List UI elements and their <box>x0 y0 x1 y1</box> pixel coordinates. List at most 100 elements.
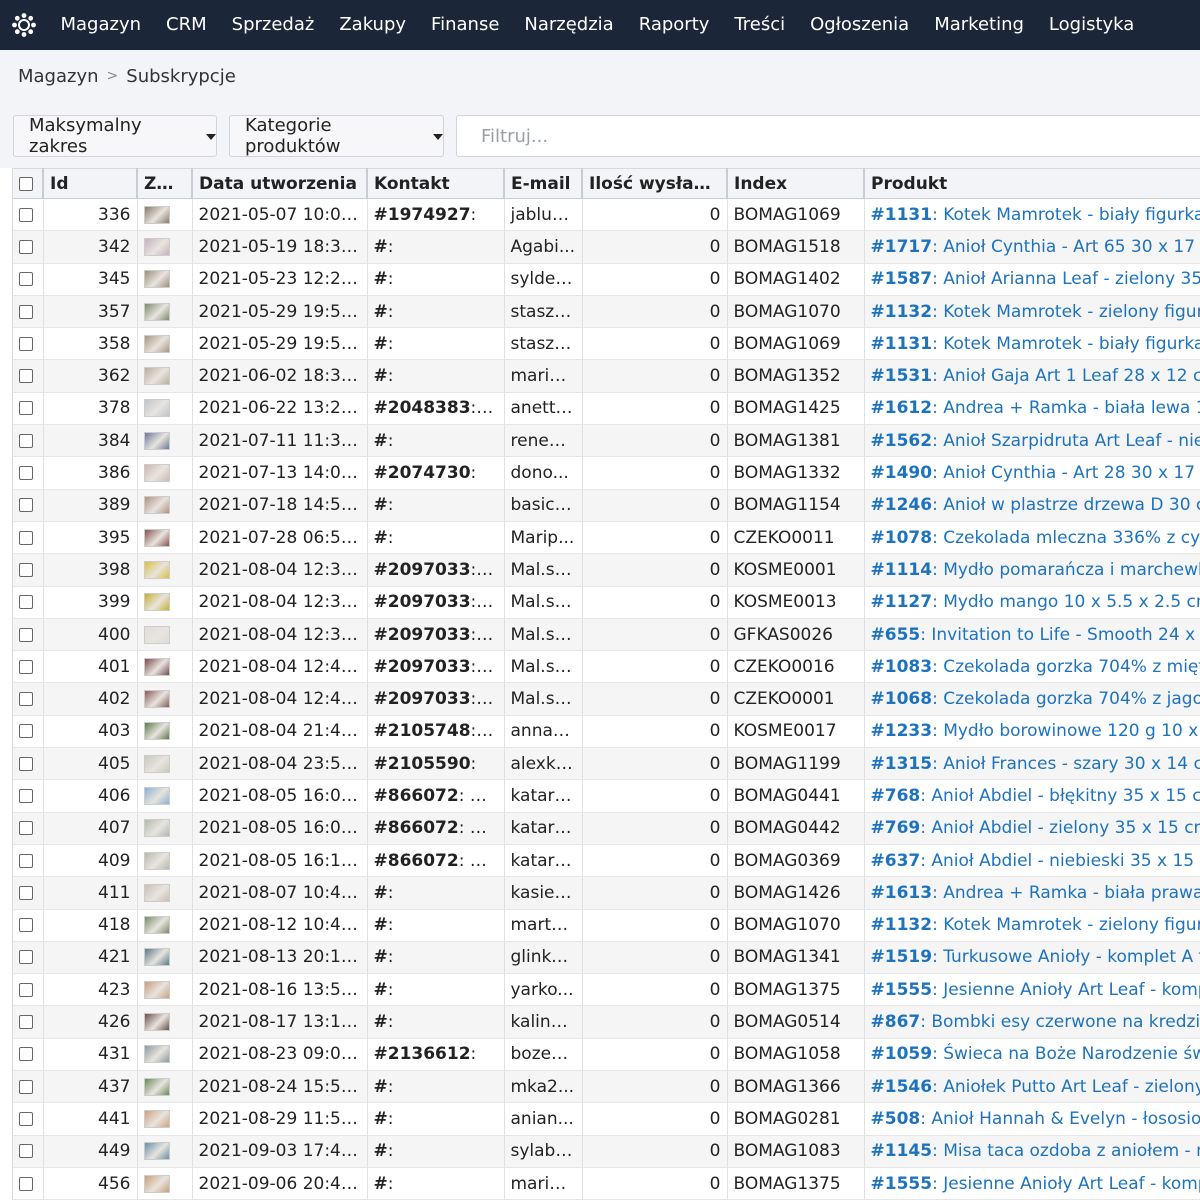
row-checkbox-cell[interactable] <box>13 521 44 555</box>
col-header-email[interactable]: E-mail <box>504 168 583 199</box>
row-checkbox-cell[interactable] <box>13 1167 44 1200</box>
product-thumbnail[interactable] <box>143 1142 170 1161</box>
table-row[interactable]: 362 2021-06-02 18:34:33 #: maria... 0 BOMAG13… <box>13 359 1200 393</box>
product-thumbnail[interactable] <box>143 270 170 289</box>
cell-contact[interactable]: #2048383: An... <box>367 392 505 426</box>
cell-contact[interactable]: #2097033: M... <box>367 586 505 619</box>
product-link-name[interactable]: : Anioł Abdiel - zielony 35 x 15 cm figu… <box>920 818 1200 838</box>
nav-item-0[interactable]: Magazyn <box>48 0 154 50</box>
product-link-name[interactable]: : Anioł Szarpidruta Art Leaf - niebieski <box>932 431 1200 451</box>
row-checkbox[interactable] <box>19 692 33 707</box>
nav-item-4[interactable]: Finanse <box>419 0 512 50</box>
product-thumbnail[interactable] <box>143 883 170 902</box>
product-link-id[interactable]: #1233 <box>871 721 933 741</box>
nav-item-2[interactable]: Sprzedaż <box>219 0 327 50</box>
product-link-id[interactable]: #1612 <box>871 398 933 418</box>
cell-product[interactable]: #1114: Mydło pomarańcza i marchewka 100 … <box>864 553 1200 587</box>
cell-product[interactable]: #1546: Aniołek Putto Art Leaf - zielony … <box>864 1070 1200 1104</box>
row-checkbox[interactable] <box>19 433 33 448</box>
row-checkbox-cell[interactable] <box>13 295 44 329</box>
table-row[interactable]: 411 2021-08-07 10:42:31 #: kasiet... 0 BOMAG1… <box>13 876 1200 910</box>
table-row[interactable]: 401 2021-08-04 12:43:36#2097033: M...Mal.… <box>13 650 1200 684</box>
product-link-name[interactable]: : Mydło borowinowe 120 g 10 x 5.5 x 2.5 … <box>932 721 1200 741</box>
col-header-photo[interactable]: Zdjęcie <box>137 168 193 199</box>
row-checkbox[interactable] <box>19 885 33 900</box>
row-checkbox-cell[interactable] <box>13 1005 44 1039</box>
product-link-name[interactable]: : Kotek Mamrotek - biały figurka dekorac… <box>932 334 1200 354</box>
cell-product[interactable]: #1717: Anioł Cynthia - Art 65 30 x 17 cm… <box>864 230 1200 264</box>
product-thumbnail[interactable] <box>143 916 170 935</box>
row-checkbox[interactable] <box>19 788 33 803</box>
product-link-id[interactable]: #769 <box>871 818 921 838</box>
table-row[interactable]: 386 2021-07-13 14:08:28 #2074730: dono... 0 B… <box>13 456 1200 490</box>
row-checkbox-cell[interactable] <box>13 715 44 749</box>
row-checkbox-cell[interactable] <box>13 973 44 1007</box>
product-thumbnail[interactable] <box>143 625 170 644</box>
row-checkbox-cell[interactable] <box>13 682 44 716</box>
row-checkbox-cell[interactable] <box>13 1102 44 1136</box>
cell-product[interactable]: #1131: Kotek Mamrotek - biały figurka de… <box>864 327 1200 361</box>
cell-contact[interactable]: #: <box>367 909 505 942</box>
row-checkbox-cell[interactable] <box>13 941 44 975</box>
cell-contact[interactable]: #: <box>367 424 505 458</box>
product-thumbnail[interactable] <box>143 334 170 353</box>
nav-item-6[interactable]: Raporty <box>626 0 722 50</box>
row-checkbox[interactable] <box>19 724 33 739</box>
row-checkbox[interactable] <box>19 821 33 836</box>
cell-contact[interactable]: #: <box>367 327 505 361</box>
nav-item-8[interactable]: Ogłoszenia <box>798 0 922 50</box>
product-link-id[interactable]: #1246 <box>871 495 933 515</box>
table-row[interactable]: 441 2021-08-29 11:53:24 #: anian... 0 BOMAG02… <box>13 1102 1200 1136</box>
table-row[interactable]: 405 2021-08-04 23:55:32 #2105590: alexkl...… <box>13 747 1200 781</box>
row-checkbox-cell[interactable] <box>13 198 44 232</box>
row-checkbox-cell[interactable] <box>13 650 44 684</box>
product-link-name[interactable]: : Świeca na Boże Narodzenie świeca ozdob… <box>932 1044 1200 1064</box>
cell-contact[interactable]: #866072: Kat... <box>367 844 505 878</box>
cell-product[interactable]: #1131: Kotek Mamrotek - biały figurka de… <box>864 198 1200 232</box>
product-link-id[interactable]: #1127 <box>871 592 933 612</box>
cell-product[interactable]: #1555: Jesienne Anioły Art Leaf - komple… <box>864 1167 1200 1200</box>
product-thumbnail[interactable] <box>143 237 170 256</box>
row-checkbox[interactable] <box>19 595 33 610</box>
product-thumbnail[interactable] <box>143 819 170 838</box>
product-link-name[interactable]: : Misa taca ozdoba z aniołem - mała figu… <box>932 1141 1200 1161</box>
row-checkbox-cell[interactable] <box>13 553 44 587</box>
row-checkbox[interactable] <box>19 982 33 997</box>
cell-product[interactable]: #1083: Czekolada gorzka 704% z miętą i ż… <box>864 650 1200 684</box>
product-link-id[interactable]: #508 <box>871 1109 921 1129</box>
row-checkbox-cell[interactable] <box>13 618 44 652</box>
table-row[interactable]: 407 2021-08-05 16:09:54#866072: Kat...kat… <box>13 812 1200 845</box>
row-checkbox[interactable] <box>19 498 33 513</box>
table-row[interactable]: 421 2021-08-13 20:18:40 #: glinka... 0 BOMAG1… <box>13 941 1200 975</box>
product-thumbnail[interactable] <box>143 431 170 450</box>
product-thumbnail[interactable] <box>143 1077 170 1096</box>
row-checkbox-cell[interactable] <box>13 586 44 619</box>
row-checkbox[interactable] <box>19 756 33 771</box>
cell-contact[interactable]: #: <box>367 1167 505 1200</box>
table-row[interactable]: 358 2021-05-29 19:55:54 #: staszk... 0 BOMAG1… <box>13 327 1200 361</box>
row-checkbox[interactable] <box>19 853 33 868</box>
cell-product[interactable]: #1562: Anioł Szarpidruta Art Leaf - nieb… <box>864 424 1200 458</box>
cell-product[interactable]: #1132: Kotek Mamrotek - zielony figurka … <box>864 909 1200 942</box>
cell-product[interactable]: #1490: Anioł Cynthia - Art 28 30 x 17 cm… <box>864 456 1200 490</box>
table-row[interactable]: 336 2021-05-07 10:05:53 #1974927: jablus...… <box>13 198 1200 232</box>
row-checkbox[interactable] <box>19 1047 33 1062</box>
product-link-id[interactable]: #1083 <box>871 657 933 677</box>
product-thumbnail[interactable] <box>143 948 170 967</box>
nav-item-9[interactable]: Marketing <box>922 0 1037 50</box>
product-link-name[interactable]: : Mydło mango 10 x 5.5 x 2.5 cm 120 g <box>932 592 1200 612</box>
row-checkbox[interactable] <box>19 1111 33 1126</box>
select-all-checkbox-cell[interactable] <box>13 168 44 199</box>
product-link-name[interactable]: : Bombki esy czerwone na kredzie 100 mm <box>920 1012 1200 1032</box>
product-link-id[interactable]: #1131 <box>871 334 933 354</box>
table-row[interactable]: 345 2021-05-23 12:28:21 #: sylden... 0 BOMAG1… <box>13 263 1200 296</box>
table-row[interactable]: 449 2021-09-03 17:49:14 #: sylabi... 0 BOMAG1… <box>13 1135 1200 1168</box>
row-checkbox[interactable] <box>19 659 33 674</box>
cell-product[interactable]: #1145: Misa taca ozdoba z aniołem - mała… <box>864 1135 1200 1168</box>
product-link-name[interactable]: : Andrea + Ramka - biała prawa 19 x 11 c… <box>932 883 1200 903</box>
row-checkbox-cell[interactable] <box>13 844 44 878</box>
product-link-name[interactable]: : Anioł Cynthia - Art 28 30 x 17 cm figu… <box>932 463 1200 483</box>
product-link-id[interactable]: #1546 <box>871 1077 933 1097</box>
cell-product[interactable]: #1612: Andrea + Ramka - biała lewa 19 x … <box>864 392 1200 426</box>
cell-contact[interactable]: #866072: Kat... <box>367 779 505 813</box>
